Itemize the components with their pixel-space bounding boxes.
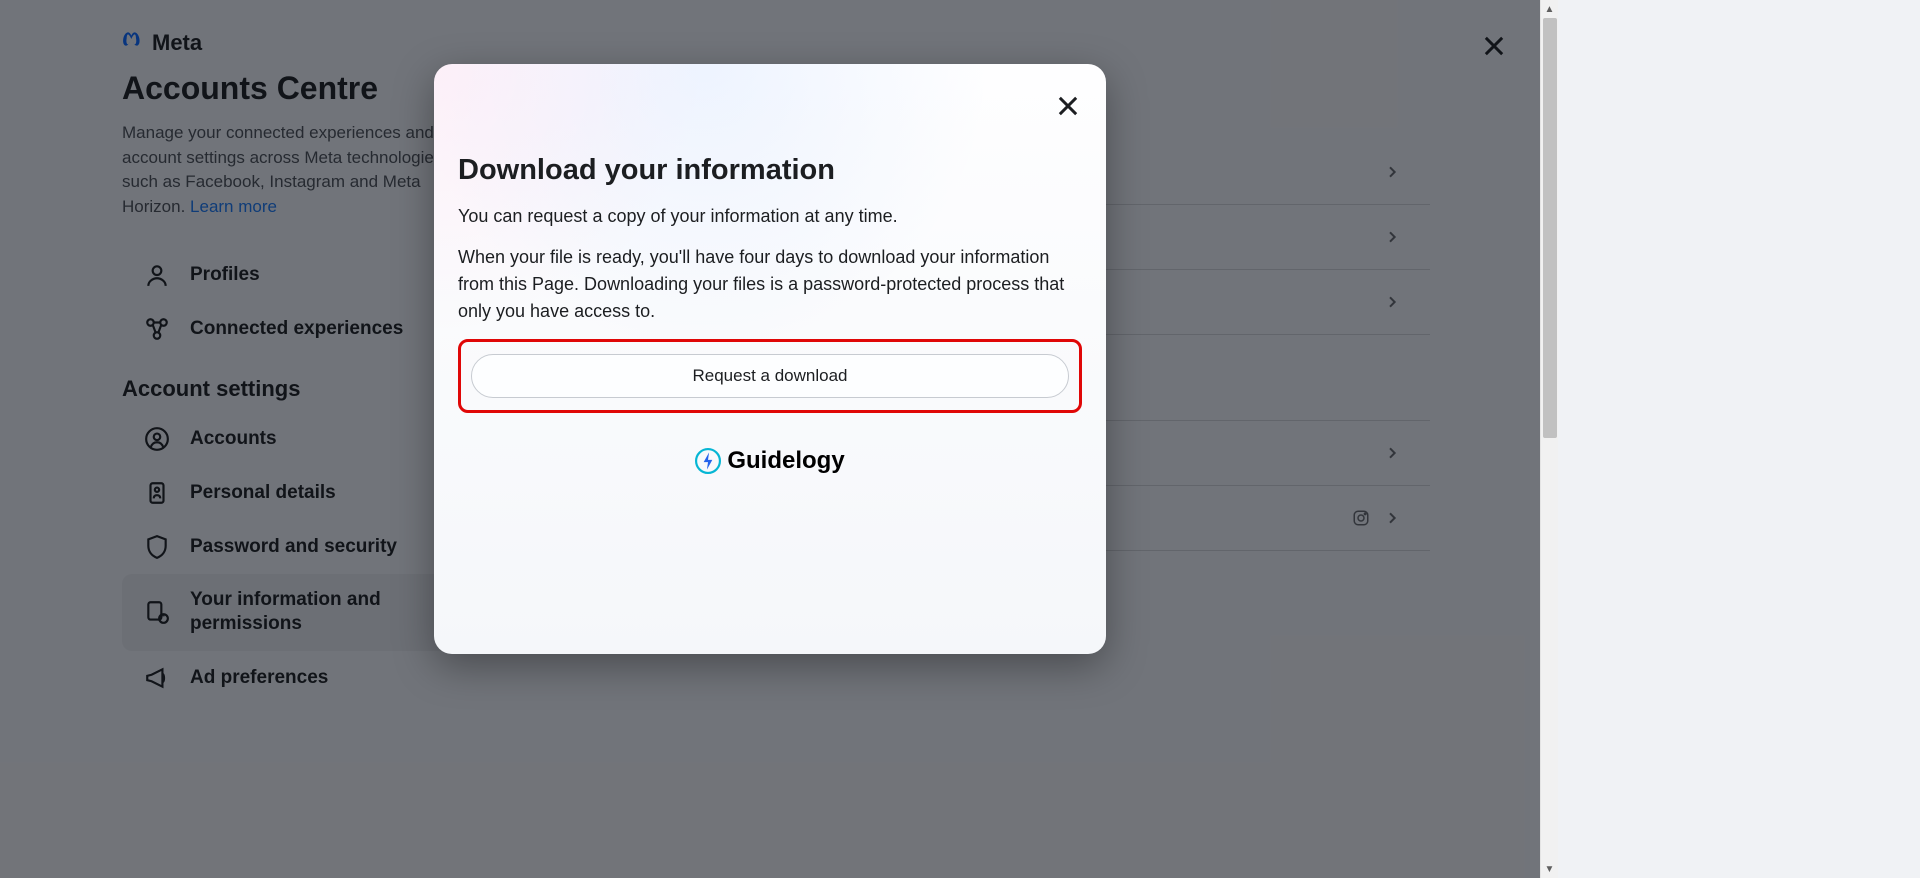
modal-title: Download your information [458,154,1082,187]
modal-overlay[interactable]: Download your information You can reques… [0,0,1540,878]
guidelogy-logo-icon [695,448,721,474]
request-highlight-box: Request a download [458,339,1082,413]
page-viewport: Meta Accounts Centre Manage your connect… [0,0,1540,878]
scrollbar-thumb[interactable] [1543,18,1557,438]
watermark-text: Guidelogy [727,447,844,475]
request-download-button[interactable]: Request a download [471,354,1069,398]
modal-close-button[interactable] [1054,92,1082,120]
modal-paragraph-2: When your file is ready, you'll have fou… [458,244,1082,325]
scroll-down-arrow-icon[interactable]: ▼ [1541,860,1559,878]
modal-paragraph-1: You can request a copy of your informati… [458,203,1082,230]
scrollbar-track[interactable] [1541,18,1558,860]
watermark: Guidelogy [458,447,1082,475]
vertical-scrollbar[interactable]: ▲ ▼ [1540,0,1558,878]
scroll-up-arrow-icon[interactable]: ▲ [1541,0,1559,18]
download-info-modal: Download your information You can reques… [434,64,1106,654]
